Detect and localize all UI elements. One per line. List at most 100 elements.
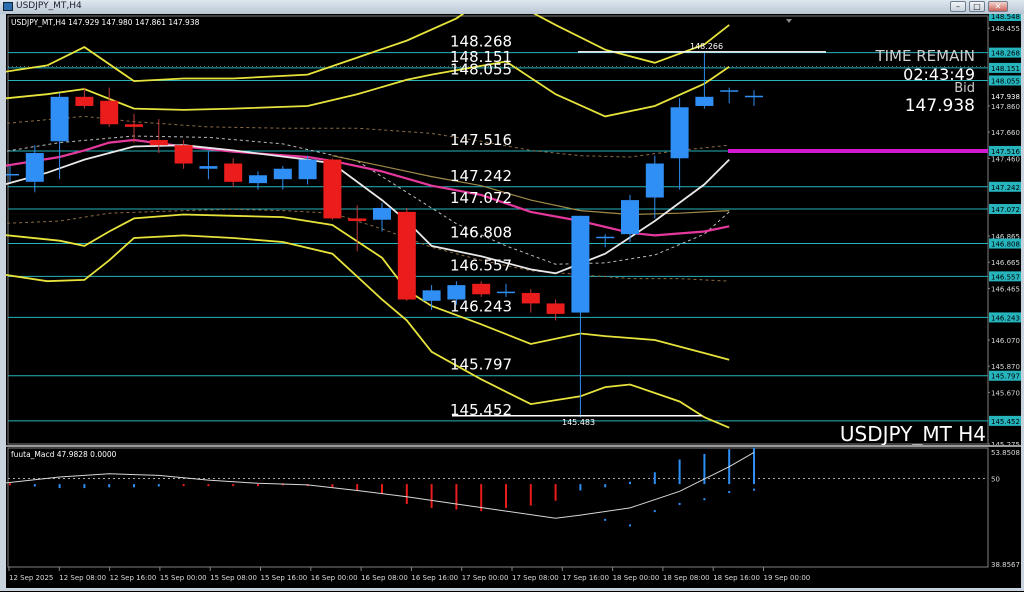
candle-body	[497, 291, 515, 294]
candle	[521, 289, 540, 313]
macd-signal-dot	[604, 518, 607, 521]
high-marker-label: 148.266	[690, 42, 723, 51]
bid-label: Bid	[954, 81, 975, 96]
time-axis-tick: 15 Sep 00:00	[160, 574, 207, 582]
candle-body	[695, 96, 714, 106]
time-axis-tick: 18 Sep 00:00	[613, 574, 660, 582]
candle	[621, 194, 639, 242]
bid-value: 147.938	[905, 96, 975, 116]
price-axis-tick: 148.455	[991, 25, 1020, 33]
time-remain-label: TIME REMAIN	[874, 47, 975, 65]
candle-body	[670, 107, 689, 159]
level-label: 145.797	[450, 356, 512, 374]
bollinger-lower-line	[0, 234, 730, 429]
candle	[670, 98, 689, 190]
price-axis-tick: 146.557	[991, 273, 1020, 281]
chart-watermark: USDJPY_MT H4	[840, 422, 986, 446]
price-axis-tick: 146.465	[991, 285, 1020, 293]
price-axis-tick: 146.070	[991, 337, 1020, 345]
price-axis: 148.548 148.455 148.268 148.151 148.055 147.9…	[988, 11, 1021, 569]
candle-body	[720, 90, 739, 92]
candle	[745, 90, 763, 106]
price-axis-tick: 145.797	[991, 373, 1020, 381]
candle	[273, 166, 292, 190]
candle	[25, 145, 44, 193]
candle	[497, 283, 515, 297]
candle-body	[199, 166, 218, 169]
candle-body	[546, 303, 565, 314]
candle	[472, 281, 491, 297]
bollinger-inner-upper-line	[505, 60, 730, 118]
moving-average-pink-line	[0, 138, 730, 237]
price-axis-tick: 146.243	[991, 314, 1020, 322]
window-title: USDJPY_MT,H4	[16, 1, 82, 11]
level-label: 146.557	[450, 256, 512, 274]
candle-body	[521, 292, 540, 304]
candle-body	[224, 163, 243, 182]
macd-signal-line	[0, 451, 755, 519]
price-axis-tick: 147.660	[991, 129, 1020, 137]
price-axis-tick: 148.151	[991, 65, 1020, 73]
time-axis-tick: 12 Sep 08:00	[59, 574, 106, 582]
candle-body	[249, 175, 267, 184]
candle-body	[174, 145, 193, 164]
time-axis-tick: 12 Sep 2025	[9, 574, 53, 582]
price-axis-tick: 148.548	[991, 14, 1020, 21]
candle-body	[596, 236, 615, 239]
candle	[397, 207, 416, 301]
time-axis-tick: 16 Sep 00:00	[311, 574, 358, 582]
price-axis-tick: 147.860	[991, 103, 1020, 111]
price-axis-tick: 145.670	[991, 389, 1020, 397]
time-axis-tick: 17 Sep 00:00	[462, 574, 509, 582]
macd-pane: fuuta_Macd 47.9828 0.0000	[0, 447, 989, 568]
candle-body	[397, 211, 416, 300]
candle-body	[50, 96, 69, 142]
candle-body	[100, 100, 119, 125]
candle-body	[298, 159, 317, 180]
level-label: 145.452	[450, 401, 512, 419]
macd-signal-dot	[653, 510, 656, 513]
restore-icon[interactable]: □	[969, 1, 985, 12]
scroll-marker-icon	[786, 19, 792, 23]
candle	[199, 150, 218, 180]
time-axis-tick: 18 Sep 08:00	[663, 574, 710, 582]
candle-body	[571, 215, 590, 313]
macd-axis-tick: 53.8508	[991, 449, 1020, 457]
time-axis-tick: 15 Sep 16:00	[261, 574, 308, 582]
candle-body	[745, 95, 763, 98]
macd-axis-tick: 38.8567	[991, 561, 1020, 569]
level-label: 147.242	[450, 167, 512, 185]
macd-axis-tick: 50	[991, 476, 1000, 484]
close-icon[interactable]: ✕	[988, 1, 1008, 12]
price-axis-tick: 147.242	[991, 184, 1020, 192]
app-icon	[3, 2, 13, 11]
macd-signal-dot	[678, 502, 681, 505]
candle-body	[422, 290, 441, 301]
main-price-pane: 148.268148.151148.055147.516147.242147.0…	[0, 0, 989, 446]
candle-body	[348, 218, 367, 222]
price-axis-tick: 145.452	[991, 418, 1020, 426]
candle	[323, 158, 342, 220]
time-axis-tick: 12 Sep 16:00	[110, 574, 157, 582]
bollinger-upper-line	[530, 11, 730, 64]
dashed-ma-line	[0, 135, 730, 265]
candle-body	[125, 124, 143, 127]
price-axis-tick: 147.460	[991, 155, 1020, 163]
candle	[174, 139, 193, 169]
time-axis-tick: 16 Sep 08:00	[361, 574, 408, 582]
window-titlebar[interactable]: USDJPY_MT,H4 – □ ✕	[0, 0, 1024, 14]
level-label: 146.243	[450, 297, 512, 315]
candle-body	[1, 173, 19, 176]
time-axis-tick: 17 Sep 16:00	[562, 574, 609, 582]
price-axis-tick: 147.938	[991, 93, 1020, 101]
candle-body	[621, 200, 639, 235]
candle	[596, 234, 615, 248]
chart-area[interactable]: 148.268 148.151 148.055 147.516 147.242 147.0…	[0, 0, 1021, 588]
level-label: 147.516	[450, 131, 512, 149]
minimize-icon[interactable]: –	[950, 1, 966, 12]
candle	[100, 87, 119, 127]
time-axis-tick: 15 Sep 08:00	[210, 574, 257, 582]
terminal-window: USDJPY_MT,H4 – □ ✕ 148.268 148.151 148.055…	[0, 0, 1024, 591]
candle	[373, 202, 391, 232]
candle	[224, 158, 243, 188]
